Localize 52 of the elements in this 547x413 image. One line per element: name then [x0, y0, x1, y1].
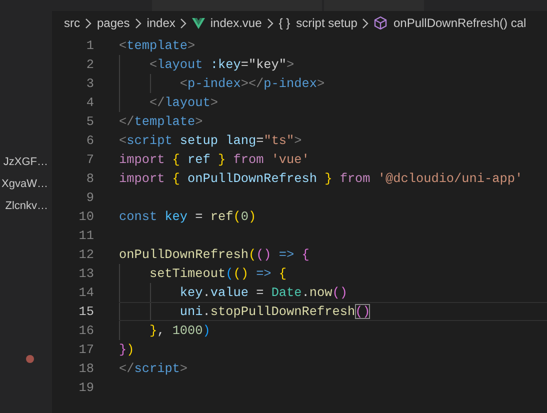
line-number: 3	[85, 74, 94, 93]
code-line: </template>	[119, 112, 203, 131]
code-line: key.value = Date.now()	[178, 284, 348, 302]
code-line: })	[119, 340, 134, 359]
chevron-right-icon	[362, 18, 370, 28]
chevron-right-icon	[134, 18, 142, 28]
chevron-right-icon	[266, 18, 274, 28]
code-line: </layout>	[148, 94, 218, 112]
braces-icon: { }	[278, 14, 290, 32]
breadcrumb-item[interactable]: index.vue	[210, 14, 262, 32]
line-number: 4	[85, 94, 94, 112]
code-line: }, 1000)	[148, 322, 210, 340]
line-number: 14	[78, 284, 94, 302]
chevron-right-icon	[180, 18, 188, 28]
line-number: 7	[85, 150, 94, 169]
line-number: 12	[78, 246, 94, 264]
code-line: </script>	[119, 360, 188, 378]
line-number: 10	[78, 208, 94, 226]
line-number: 9	[85, 188, 94, 207]
code-line: onPullDownRefresh(() => {	[119, 246, 310, 264]
code-line: import { ref } from 'vue'	[119, 150, 310, 169]
breadcrumb-item[interactable]: pages	[97, 14, 130, 32]
breadcrumb-item[interactable]: onPullDownRefresh() cal	[393, 14, 526, 32]
code-line: const key = ref(0)	[119, 208, 256, 226]
cube-icon	[374, 16, 388, 30]
chevron-right-icon	[85, 18, 92, 28]
line-number: 8	[85, 170, 94, 188]
breadcrumb-item[interactable]: index	[146, 14, 176, 32]
line-number: 17	[78, 340, 94, 359]
list-item[interactable]: JzXGF…	[3, 153, 48, 172]
line-number: 13	[78, 264, 94, 283]
code-line: import { onPullDownRefresh } from '@dcloudio/uni-app'	[119, 170, 523, 188]
line-number: 15	[78, 302, 94, 321]
code-line: uni.stopPullDownRefresh()	[178, 302, 370, 321]
vue-logo-icon	[192, 18, 206, 28]
code-line: <p-index></p-index>	[178, 74, 325, 93]
line-number: 6	[85, 132, 94, 150]
code-line: <layout :key="key">	[148, 56, 294, 74]
breadcrumb-item[interactable]: script setup	[296, 14, 358, 32]
line-number: 18	[78, 360, 94, 378]
line-number: 1	[85, 36, 94, 55]
line-number: 11	[78, 226, 94, 245]
breadcrumb-item[interactable]: src	[64, 14, 80, 32]
line-number: 2	[85, 56, 94, 74]
list-item[interactable]: Zlcnkv…	[5, 197, 48, 216]
code-line: <template>	[119, 36, 196, 55]
code-line: setTimeout(() => {	[148, 264, 287, 283]
line-number: 5	[85, 112, 94, 131]
code-line: <script setup lang="ts">	[119, 132, 302, 150]
line-number: 16	[78, 322, 94, 340]
line-number: 19	[78, 378, 94, 397]
list-item[interactable]: XgvaW…	[2, 175, 48, 194]
